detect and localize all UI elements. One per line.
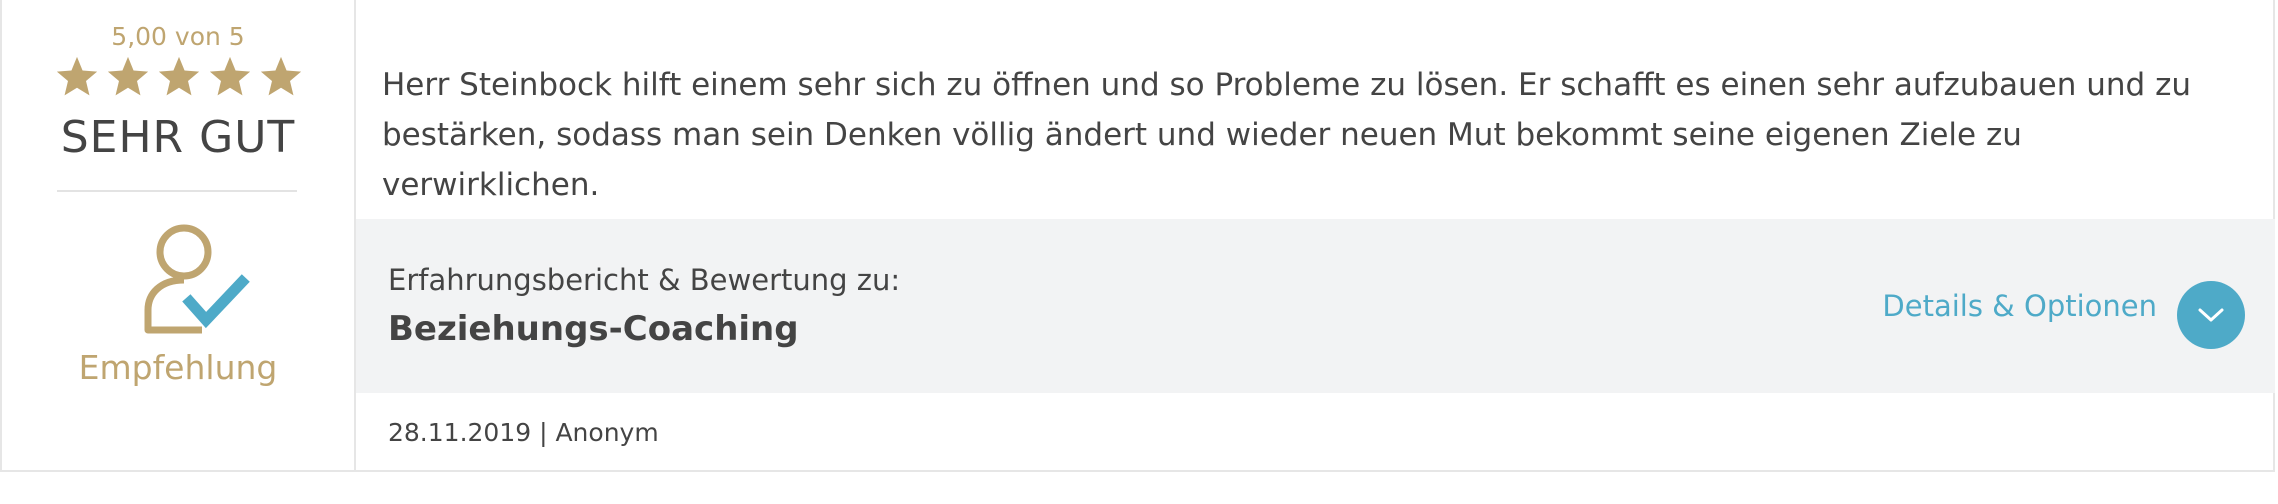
star-icon bbox=[158, 56, 200, 96]
star-icon bbox=[260, 56, 302, 96]
details-options-link[interactable]: Details & Optionen bbox=[1882, 289, 2157, 323]
divider bbox=[57, 190, 297, 192]
star-icon bbox=[209, 56, 251, 96]
rating-verdict: SEHR GUT bbox=[60, 112, 296, 163]
star-icon bbox=[107, 56, 149, 96]
review-text: Herr Steinbock hilft einem sehr sich zu … bbox=[382, 67, 2192, 203]
rating-score: 5,00 von 5 bbox=[111, 22, 245, 51]
rating-panel: 5,00 von 5 SEHR GUT Empfehlung bbox=[2, 0, 356, 470]
meta-subject: Beziehungs-Coaching bbox=[388, 309, 799, 349]
recommendation-label: Empfehlung bbox=[78, 348, 278, 387]
review-card: 5,00 von 5 SEHR GUT Empfehlung Herr Stei… bbox=[0, 0, 2275, 472]
details-toggle-button[interactable] bbox=[2177, 281, 2245, 349]
recommend-person-check-icon bbox=[144, 224, 250, 334]
review-date-author: 28.11.2019 | Anonym bbox=[388, 418, 659, 447]
chevron-down-icon bbox=[2198, 308, 2224, 322]
meta-caption: Erfahrungsbericht & Bewertung zu: bbox=[388, 263, 901, 297]
star-icon bbox=[56, 56, 98, 96]
review-meta-panel: Erfahrungsbericht & Bewertung zu: Bezieh… bbox=[356, 219, 2275, 393]
star-rating bbox=[54, 54, 304, 108]
